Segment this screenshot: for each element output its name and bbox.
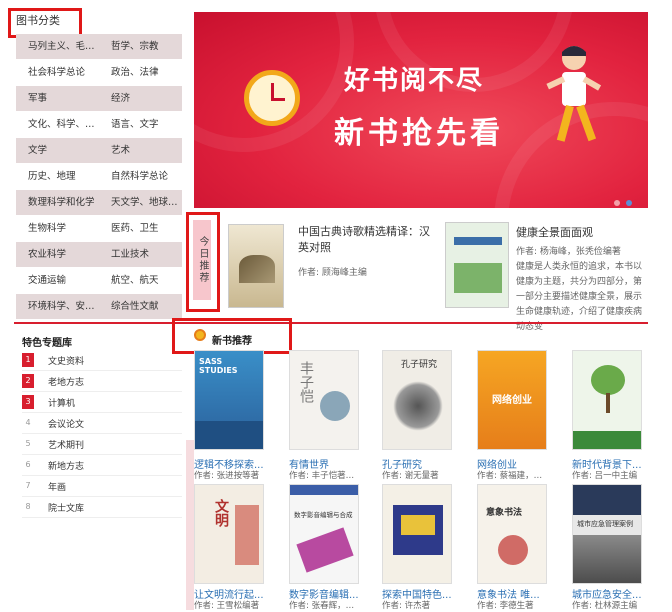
medal-icon <box>194 329 206 341</box>
book-author: 作者: 王雪松编著 <box>194 601 260 611</box>
recommend-book-author: 作者: 杨海峰，张秃俭编著 <box>516 247 621 257</box>
banner-headline-2: 新书抢先看 <box>334 116 504 151</box>
category-item[interactable]: 天文学、地球科学 <box>99 190 182 215</box>
book-cover[interactable]: 城市应急管理案例 <box>572 484 642 584</box>
book-author: 作者: 杜林源主编 <box>572 601 638 611</box>
carousel-dot-active[interactable] <box>626 200 632 206</box>
book-cover[interactable]: 网络创业 <box>477 350 547 450</box>
list-item[interactable]: 5 艺术期刊 <box>22 434 182 455</box>
book-author: 作者: 张春辉，葛... <box>289 601 361 611</box>
book-cover[interactable] <box>445 222 509 308</box>
category-item[interactable]: 工业技术 <box>99 242 182 267</box>
category-item[interactable]: 政治、法律 <box>99 60 182 85</box>
book-cover[interactable]: 丰子恺 <box>289 350 359 450</box>
category-item[interactable]: 农业科学 <box>16 242 99 267</box>
special-topics-title: 特色专题库 <box>22 338 72 349</box>
book-author: 作者: 丰子恺著；... <box>289 471 361 481</box>
category-item[interactable]: 语言、文字 <box>99 112 182 137</box>
category-item[interactable]: 文学 <box>16 138 99 163</box>
list-item[interactable]: 3 计算机 <box>22 392 182 413</box>
side-accent <box>186 440 194 610</box>
list-item[interactable]: 2 老地方志 <box>22 371 182 392</box>
category-item[interactable]: 社会科学总论 <box>16 60 99 85</box>
category-item[interactable]: 历史、地理 <box>16 164 99 189</box>
list-item[interactable]: 8 院士文库 <box>22 497 182 518</box>
recommend-book-author: 作者: 顾海峰主编 <box>298 268 367 278</box>
book-cover[interactable]: 意象书法 <box>477 484 547 584</box>
category-item[interactable]: 文化、科学、教... <box>16 112 99 137</box>
category-item[interactable]: 军事 <box>16 86 99 111</box>
category-item[interactable]: 医药、卫生 <box>99 216 182 241</box>
category-item[interactable]: 马列主义、毛泽... <box>16 34 99 59</box>
running-person-illustration <box>546 46 602 142</box>
book-cover[interactable]: 文明 <box>194 484 264 584</box>
category-item[interactable]: 生物科学 <box>16 216 99 241</box>
category-item[interactable]: 哲学、宗教 <box>99 34 182 59</box>
book-cover[interactable] <box>382 484 452 584</box>
new-books-title: 新书推荐 <box>212 336 252 347</box>
book-author: 作者: 李德生著 <box>477 601 534 611</box>
book-cover[interactable] <box>228 224 284 308</box>
carousel-dot[interactable] <box>614 200 620 206</box>
book-cover[interactable]: 数字影音编辑与合成 <box>289 484 359 584</box>
category-item[interactable]: 交通运输 <box>16 268 99 293</box>
list-item[interactable]: 4 会议论文 <box>22 413 182 434</box>
book-cover[interactable]: 孔子研究 <box>382 350 452 450</box>
list-item[interactable]: 1 文史资料 <box>22 350 182 371</box>
category-item[interactable]: 艺术 <box>99 138 182 163</box>
category-title: 图书分类 <box>16 14 60 27</box>
category-item[interactable]: 数理科学和化学 <box>16 190 99 215</box>
category-item[interactable]: 综合性文献 <box>99 294 182 319</box>
category-grid: 马列主义、毛泽... 哲学、宗教 社会科学总论 政治、法律 军事 经济 文化、科学、教… <box>16 34 182 320</box>
category-item[interactable]: 自然科学总论 <box>99 164 182 189</box>
book-cover[interactable]: SASS STUDIES <box>194 350 264 450</box>
list-item[interactable]: 7 年画 <box>22 476 182 497</box>
promo-banner[interactable]: 好书阅不尽 新书抢先看 <box>194 12 648 208</box>
special-topics-list: 1 文史资料 2 老地方志 3 计算机 4 会议论文 5 艺术期刊 6 新地方志 7 年画 8… <box>22 350 182 518</box>
category-item[interactable]: 航空、航天 <box>99 268 182 293</box>
book-author: 作者: 张进按等著 <box>194 471 260 481</box>
banner-headline-1: 好书阅不尽 <box>344 66 485 96</box>
category-item[interactable]: 环境科学、安全... <box>16 294 99 319</box>
book-author: 作者: 许杰著 <box>382 601 431 611</box>
book-author: 作者: 谢无量著 <box>382 471 439 481</box>
book-author: 作者: 蔡福建，陈... <box>477 471 549 481</box>
list-item[interactable]: 6 新地方志 <box>22 455 182 476</box>
book-author: 作者: 吕一中主编 <box>572 471 638 481</box>
today-recommend-tag: 今日推荐 <box>193 220 211 300</box>
alarm-clock-icon <box>244 70 300 126</box>
recommend-book-title[interactable]: 健康全景面面观 <box>516 224 593 240</box>
section-divider <box>14 322 648 324</box>
book-cover[interactable] <box>572 350 642 450</box>
category-item[interactable]: 经济 <box>99 86 182 111</box>
recommend-book-title[interactable]: 中国古典诗歌精选精译：汉英对照 <box>298 224 438 256</box>
